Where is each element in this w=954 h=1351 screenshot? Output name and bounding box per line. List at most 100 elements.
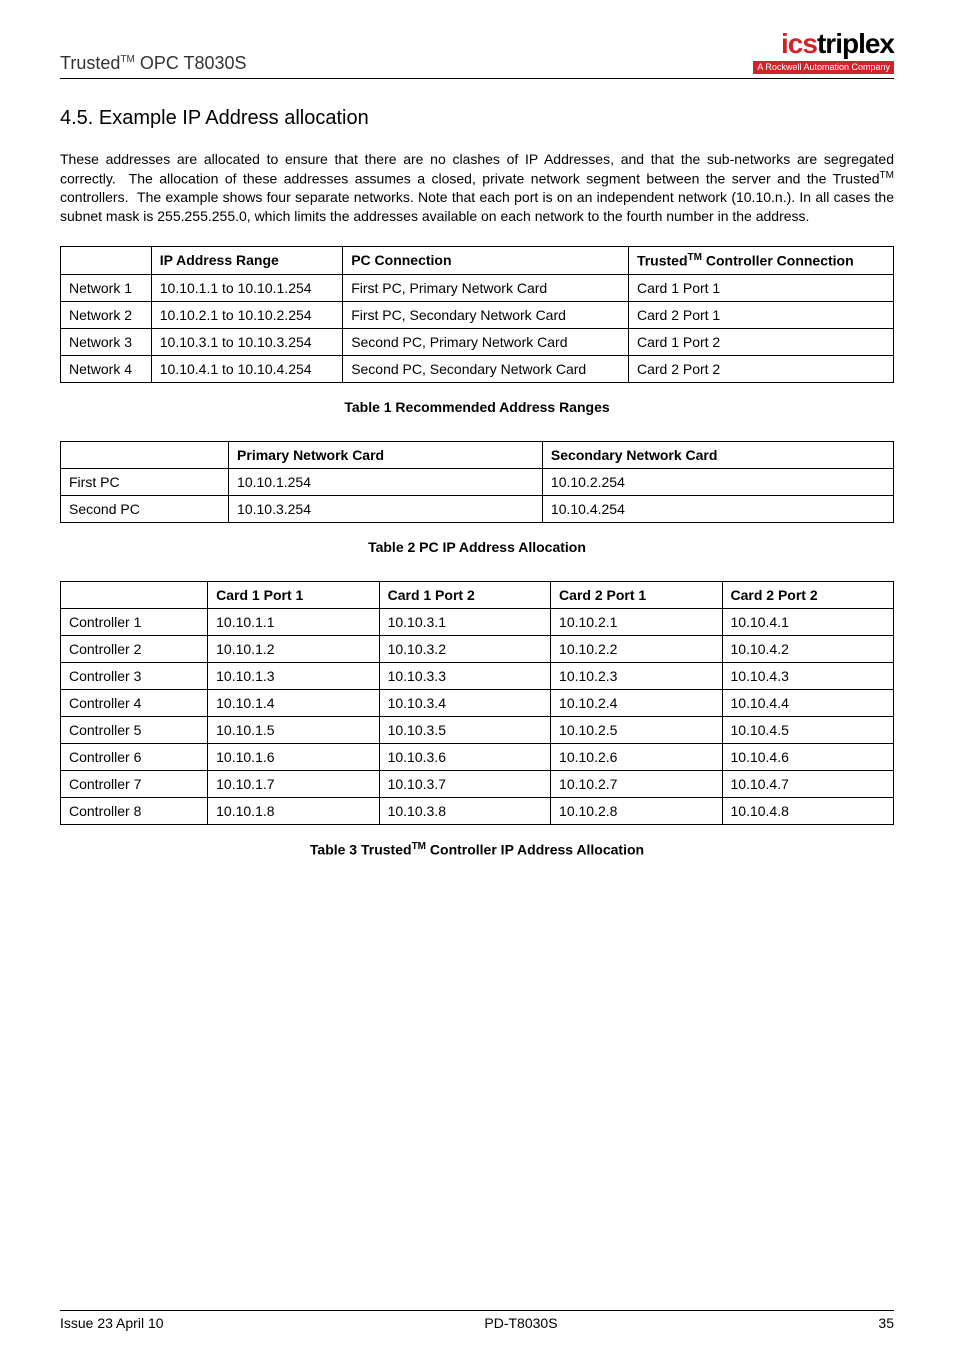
logo-tagline: A Rockwell Automation Company (753, 61, 894, 74)
table-row: Controller 310.10.1.310.10.3.310.10.2.31… (61, 662, 894, 689)
table-cell: Card 2 Port 1 (628, 301, 893, 328)
table-cell: 10.10.4.1 to 10.10.4.254 (151, 355, 342, 382)
table-row: Controller 110.10.1.110.10.3.110.10.2.11… (61, 608, 894, 635)
table-row: Controller 710.10.1.710.10.3.710.10.2.71… (61, 770, 894, 797)
table-row: Controller 410.10.1.410.10.3.410.10.2.41… (61, 689, 894, 716)
table-cell: 10.10.2.5 (551, 716, 722, 743)
table-cell: 10.10.1.7 (208, 770, 379, 797)
header-product: TrustedTM OPC T8030S (60, 53, 247, 74)
table-cell: 10.10.2.254 (542, 468, 893, 495)
table-cell: 10.10.1.1 to 10.10.1.254 (151, 274, 342, 301)
table-row: Network 310.10.3.1 to 10.10.3.254Second … (61, 328, 894, 355)
table-cell: 10.10.1.6 (208, 743, 379, 770)
table2-caption: Table 2 PC IP Address Allocation (60, 539, 894, 555)
table-cell: 10.10.4.4 (722, 689, 894, 716)
table-cell: Card 1 Port 1 (628, 274, 893, 301)
table3-caption: Table 3 TrustedTM Controller IP Address … (60, 841, 894, 858)
table-cell: 10.10.1.8 (208, 797, 379, 824)
table-cell: Network 1 (61, 274, 152, 301)
table-row: Controller 510.10.1.510.10.3.510.10.2.51… (61, 716, 894, 743)
section-heading: 4.5. Example IP Address allocation (60, 107, 894, 130)
footer-doc: PD-T8030S (484, 1315, 557, 1331)
section-title-text: Example IP Address allocation (99, 107, 369, 129)
col-c2p2: Card 2 Port 2 (722, 581, 894, 608)
table-cell: 10.10.4.2 (722, 635, 894, 662)
table-row: First PC10.10.1.25410.10.2.254 (61, 468, 894, 495)
table-cell: 10.10.1.1 (208, 608, 379, 635)
col-blank (61, 247, 152, 275)
table-cell: Second PC, Primary Network Card (343, 328, 629, 355)
table-cell: 10.10.3.4 (379, 689, 550, 716)
table-cell: Network 4 (61, 355, 152, 382)
col-c2p1: Card 2 Port 1 (551, 581, 722, 608)
page-footer: Issue 23 April 10 PD-T8030S 35 (60, 1310, 894, 1331)
table-cell: Network 3 (61, 328, 152, 355)
table-cell: 10.10.2.7 (551, 770, 722, 797)
col-secondary: Secondary Network Card (542, 441, 893, 468)
table-cell: 10.10.3.5 (379, 716, 550, 743)
table-cell: 10.10.1.254 (229, 468, 543, 495)
table-cell: 10.10.1.2 (208, 635, 379, 662)
table-cell: 10.10.2.3 (551, 662, 722, 689)
table-pc-allocation: Primary Network Card Secondary Network C… (60, 441, 894, 523)
table-cell: Controller 2 (61, 635, 208, 662)
table-cell: Card 1 Port 2 (628, 328, 893, 355)
col-pc-conn: PC Connection (343, 247, 629, 275)
table-cell: 10.10.2.1 to 10.10.2.254 (151, 301, 342, 328)
table-row: Second PC10.10.3.25410.10.4.254 (61, 495, 894, 522)
table-cell: 10.10.3.1 (379, 608, 550, 635)
table-cell: 10.10.1.3 (208, 662, 379, 689)
table-cell: 10.10.3.8 (379, 797, 550, 824)
table-cell: Controller 1 (61, 608, 208, 635)
table1-caption: Table 1 Recommended Address Ranges (60, 399, 894, 415)
table3-body: Controller 110.10.1.110.10.3.110.10.2.11… (61, 608, 894, 824)
table-cell: 10.10.4.3 (722, 662, 894, 689)
table-cell: Controller 4 (61, 689, 208, 716)
table-cell: 10.10.4.8 (722, 797, 894, 824)
table-row: Network 410.10.4.1 to 10.10.4.254Second … (61, 355, 894, 382)
table-row: Controller 210.10.1.210.10.3.210.10.2.21… (61, 635, 894, 662)
table-cell: 10.10.2.4 (551, 689, 722, 716)
table2-body: First PC10.10.1.25410.10.2.254Second PC1… (61, 468, 894, 522)
table-cell: Network 2 (61, 301, 152, 328)
table-cell: 10.10.4.7 (722, 770, 894, 797)
table-row: Network 210.10.2.1 to 10.10.2.254First P… (61, 301, 894, 328)
table-cell: 10.10.3.2 (379, 635, 550, 662)
table-cell: Controller 7 (61, 770, 208, 797)
intro-paragraph: These addresses are allocated to ensure … (60, 150, 894, 226)
footer-issue: Issue 23 April 10 (60, 1315, 164, 1331)
table-row: Controller 810.10.1.810.10.3.810.10.2.81… (61, 797, 894, 824)
table-header-row: Primary Network Card Secondary Network C… (61, 441, 894, 468)
table-cell: First PC, Secondary Network Card (343, 301, 629, 328)
tm-mark: TM (120, 54, 134, 65)
col-blank (61, 581, 208, 608)
table-cell: 10.10.1.4 (208, 689, 379, 716)
table-controller-allocation: Card 1 Port 1 Card 1 Port 2 Card 2 Port … (60, 581, 894, 825)
table-header-row: IP Address Range PC Connection TrustedTM… (61, 247, 894, 275)
table-cell: 10.10.4.5 (722, 716, 894, 743)
page: TrustedTM OPC T8030S icstriplex A Rockwe… (0, 0, 954, 1351)
col-controller-conn: TrustedTM Controller Connection (628, 247, 893, 275)
product-name: Trusted (60, 53, 120, 73)
table1-body: Network 110.10.1.1 to 10.10.1.254First P… (61, 274, 894, 382)
table-cell: Controller 8 (61, 797, 208, 824)
table-cell: 10.10.3.1 to 10.10.3.254 (151, 328, 342, 355)
table-cell: First PC (61, 468, 229, 495)
col-ip-range: IP Address Range (151, 247, 342, 275)
col-c1p1: Card 1 Port 1 (208, 581, 379, 608)
table-cell: 10.10.3.254 (229, 495, 543, 522)
table-cell: 10.10.3.6 (379, 743, 550, 770)
table-address-ranges: IP Address Range PC Connection TrustedTM… (60, 246, 894, 383)
table-header-row: Card 1 Port 1 Card 1 Port 2 Card 2 Port … (61, 581, 894, 608)
table-cell: 10.10.2.8 (551, 797, 722, 824)
table-cell: 10.10.2.1 (551, 608, 722, 635)
table-row: Network 110.10.1.1 to 10.10.1.254First P… (61, 274, 894, 301)
table-cell: 10.10.3.7 (379, 770, 550, 797)
col-c1p2: Card 1 Port 2 (379, 581, 550, 608)
table-cell: Controller 5 (61, 716, 208, 743)
table-cell: 10.10.4.254 (542, 495, 893, 522)
logo-text: icstriplex (753, 30, 894, 58)
table-cell: Second PC (61, 495, 229, 522)
product-suffix: OPC T8030S (135, 53, 247, 73)
page-header: TrustedTM OPC T8030S icstriplex A Rockwe… (60, 30, 894, 79)
